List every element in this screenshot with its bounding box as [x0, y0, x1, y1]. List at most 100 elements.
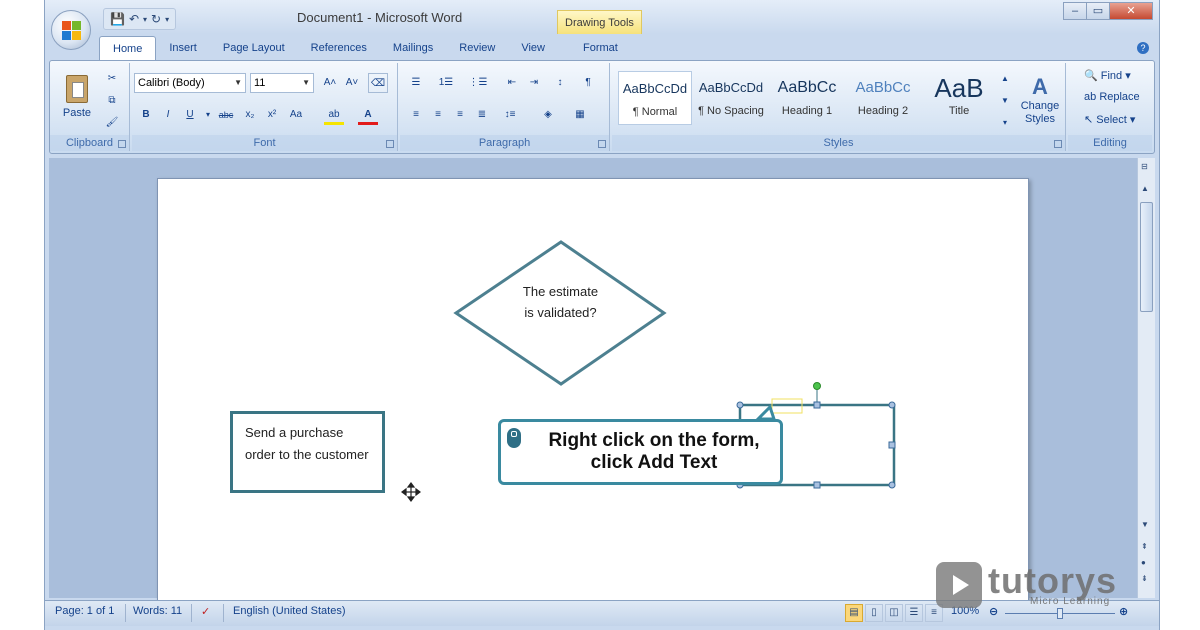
- office-button[interactable]: [51, 10, 91, 50]
- select-browse-object-icon[interactable]: ●: [1141, 558, 1146, 567]
- font-launcher-icon[interactable]: [386, 140, 394, 148]
- resize-handle-top-right[interactable]: [888, 401, 896, 409]
- style-title[interactable]: AaB Title: [922, 71, 996, 125]
- subscript-icon[interactable]: x₂: [240, 105, 260, 125]
- justify-icon[interactable]: ≣: [472, 105, 492, 125]
- format-painter-icon[interactable]: 🖌: [102, 113, 122, 133]
- styles-scroll-down-icon[interactable]: ▼: [998, 91, 1012, 109]
- align-center-icon[interactable]: ≡: [428, 105, 448, 125]
- diamond-text: The estimate is validated?: [498, 281, 623, 323]
- styles-scroll-up-icon[interactable]: ▲: [998, 69, 1012, 87]
- save-icon[interactable]: 💾: [110, 12, 125, 26]
- style-heading-1[interactable]: AaBbCc Heading 1: [770, 71, 844, 125]
- style-normal[interactable]: AaBbCcDd ¶ Normal: [618, 71, 692, 125]
- copy-icon[interactable]: ⧉: [102, 91, 122, 111]
- sort-icon[interactable]: ↕: [550, 73, 570, 93]
- print-layout-view-icon[interactable]: ▤: [845, 604, 863, 622]
- shrink-font-icon[interactable]: A˅: [342, 73, 362, 93]
- proofing-icon[interactable]: ✓: [201, 605, 210, 618]
- find-label: Find: [1100, 70, 1123, 82]
- cut-icon[interactable]: ✂: [102, 69, 122, 89]
- tab-references[interactable]: References: [298, 36, 380, 60]
- italic-icon[interactable]: I: [158, 105, 178, 125]
- find-button[interactable]: 🔍 Find ▾: [1084, 69, 1131, 82]
- diamond-text-line2: is validated?: [524, 305, 597, 320]
- styles-more-icon[interactable]: ▾: [998, 113, 1012, 131]
- bold-icon[interactable]: B: [136, 105, 156, 125]
- select-button[interactable]: ↖ Select ▾: [1084, 113, 1135, 126]
- word-count[interactable]: Words: 11: [133, 605, 182, 617]
- align-left-icon[interactable]: ≡: [406, 105, 426, 125]
- undo-dropdown-icon[interactable]: ▾: [143, 15, 147, 24]
- grow-font-icon[interactable]: A˄: [320, 73, 340, 93]
- clipboard-launcher-icon[interactable]: [118, 140, 126, 148]
- ruler-toggle-icon[interactable]: ⊟: [1141, 162, 1148, 171]
- superscript-icon[interactable]: x²: [262, 105, 282, 125]
- line-spacing-icon[interactable]: ↕≡: [500, 105, 520, 125]
- tab-home[interactable]: Home: [99, 36, 157, 60]
- resize-handle-bottom[interactable]: [813, 481, 821, 489]
- callout-tail: [754, 404, 777, 421]
- numbering-icon[interactable]: 1☰: [436, 73, 456, 93]
- tab-mailings[interactable]: Mailings: [380, 36, 446, 60]
- tab-review[interactable]: Review: [446, 36, 508, 60]
- underline-dropdown-icon[interactable]: ▾: [198, 105, 218, 125]
- vertical-scrollbar[interactable]: ⊟ ▲ ▼ ⇞ ● ⇟: [1137, 158, 1155, 598]
- font-size-box[interactable]: 11 ▼: [250, 73, 314, 93]
- tab-insert[interactable]: Insert: [156, 36, 210, 60]
- replace-button[interactable]: ab Replace: [1084, 91, 1140, 103]
- scroll-up-icon[interactable]: ▲: [1141, 184, 1149, 193]
- shading-icon[interactable]: ◈: [538, 105, 558, 125]
- page-count[interactable]: Page: 1 of 1: [55, 605, 114, 617]
- paste-button[interactable]: Paste: [58, 67, 96, 127]
- multilevel-list-icon[interactable]: ⋮☰: [468, 73, 488, 93]
- resize-handle-bottom-right[interactable]: [888, 481, 896, 489]
- bullets-icon[interactable]: ☰: [406, 73, 426, 93]
- mouse-icon: [507, 428, 521, 448]
- style-no-spacing[interactable]: AaBbCcDd ¶ No Spacing: [694, 71, 768, 125]
- tab-format[interactable]: Format: [570, 36, 631, 60]
- clear-formatting-icon[interactable]: ⌫: [368, 73, 388, 93]
- minimize-button[interactable]: –: [1063, 2, 1087, 20]
- purchase-order-process-shape[interactable]: Send a purchase order to the customer: [230, 411, 385, 493]
- redo-icon[interactable]: ↻: [151, 12, 161, 26]
- increase-indent-icon[interactable]: ⇥: [524, 73, 544, 93]
- full-screen-reading-view-icon[interactable]: ▯: [865, 604, 883, 622]
- scroll-down-icon[interactable]: ▼: [1141, 520, 1149, 529]
- previous-page-icon[interactable]: ⇞: [1141, 542, 1148, 551]
- close-button[interactable]: ✕: [1109, 2, 1153, 20]
- change-case-icon[interactable]: Aa: [286, 105, 306, 125]
- resize-handle-top[interactable]: [813, 401, 821, 409]
- resize-handle-right[interactable]: [888, 441, 896, 449]
- resize-handle-top-left[interactable]: [736, 401, 744, 409]
- language-indicator[interactable]: English (United States): [233, 605, 346, 617]
- editing-group: 🔍 Find ▾ ab Replace ↖ Select ▾ Editing: [1068, 63, 1152, 151]
- align-right-icon[interactable]: ≡: [450, 105, 470, 125]
- styles-launcher-icon[interactable]: [1054, 140, 1062, 148]
- customize-qat-icon[interactable]: ▾: [165, 15, 169, 24]
- tab-page-layout[interactable]: Page Layout: [210, 36, 298, 60]
- font-color-icon[interactable]: A: [358, 105, 378, 125]
- strikethrough-icon[interactable]: abc: [216, 105, 236, 125]
- font-name-box[interactable]: Calibri (Body) ▼: [134, 73, 246, 93]
- style-heading-2[interactable]: AaBbCc Heading 2: [846, 71, 920, 125]
- web-layout-view-icon[interactable]: ◫: [885, 604, 903, 622]
- underline-icon[interactable]: U: [180, 105, 200, 125]
- outline-view-icon[interactable]: ☰: [905, 604, 923, 622]
- maximize-button[interactable]: ▭: [1086, 2, 1110, 20]
- rotation-handle[interactable]: [813, 382, 821, 390]
- highlight-icon[interactable]: ab: [324, 105, 344, 125]
- next-page-icon[interactable]: ⇟: [1141, 574, 1148, 583]
- scroll-thumb[interactable]: [1140, 202, 1153, 312]
- change-styles-button[interactable]: A Change Styles: [1016, 67, 1064, 133]
- document-page[interactable]: The estimate is validated? Send a purcha…: [157, 178, 1029, 608]
- tutorys-watermark: tutorys Micro Learning: [936, 560, 1136, 612]
- borders-icon[interactable]: ▦: [570, 105, 590, 125]
- decrease-indent-icon[interactable]: ⇤: [502, 73, 522, 93]
- help-icon[interactable]: ?: [1137, 42, 1149, 54]
- paragraph-launcher-icon[interactable]: [598, 140, 606, 148]
- undo-icon[interactable]: ↶: [129, 12, 139, 26]
- style-normal-label: ¶ Normal: [632, 106, 678, 118]
- tab-view[interactable]: View: [508, 36, 558, 60]
- show-paragraph-marks-icon[interactable]: ¶: [578, 73, 598, 93]
